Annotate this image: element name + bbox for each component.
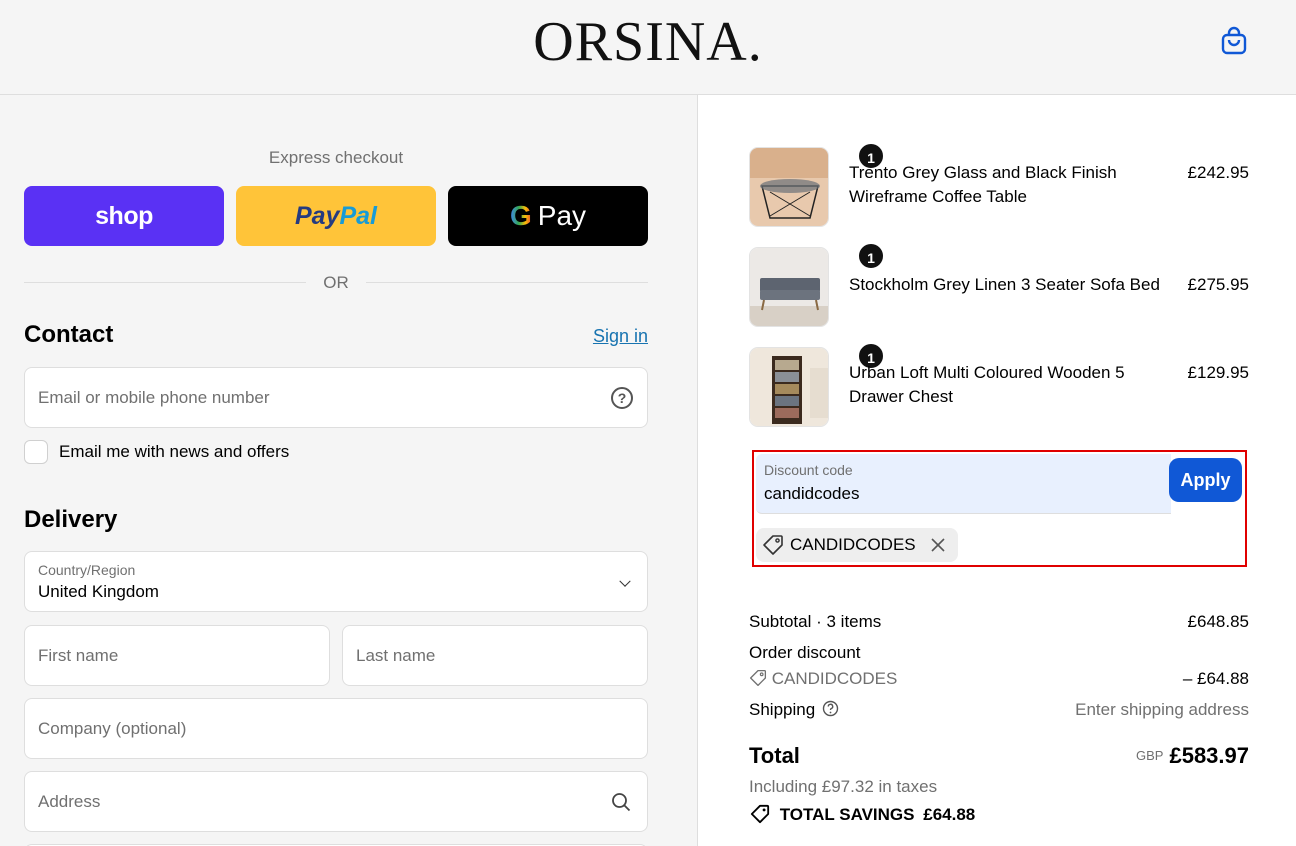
discount-code-label: Discount code	[764, 462, 853, 478]
product-image	[749, 247, 829, 327]
total-row: Total GBP £583.97	[749, 743, 1249, 773]
total-savings-row: TOTAL SAVINGS £64.88	[749, 804, 1249, 825]
checkout-form-panel: Express checkout shop Pay Pal G Pay OR Co…	[0, 95, 698, 846]
tag-icon	[763, 535, 783, 555]
chevron-down-icon	[619, 575, 631, 587]
shipping-row: Shipping Enter shipping address	[749, 700, 1249, 720]
divider	[24, 282, 306, 283]
email-field[interactable]: Email or mobile phone number ?	[24, 367, 648, 428]
delivery-title: Delivery	[24, 506, 118, 533]
total-savings-value: £64.88	[923, 805, 976, 824]
google-pay-button[interactable]: G Pay	[448, 186, 648, 246]
store-logo[interactable]: ORSINA.	[0, 12, 1296, 72]
applied-discount-code: CANDIDCODES	[790, 535, 916, 554]
google-pay-label: Pay	[537, 200, 587, 231]
discount-section: Discount code candidcodes Apply CANDIDCO…	[752, 450, 1247, 567]
apply-button[interactable]: Apply	[1169, 458, 1242, 502]
product-image	[749, 347, 829, 427]
newsletter-label[interactable]: Email me with news and offers	[59, 442, 289, 462]
tax-note: Including £97.32 in taxes	[749, 777, 938, 796]
product-image	[749, 147, 829, 227]
order-discount-value: – £64.88	[1182, 669, 1249, 688]
help-icon[interactable]: ?	[611, 386, 633, 409]
shipping-value: Enter shipping address	[1075, 700, 1249, 719]
discount-code-input[interactable]: Discount code candidcodes	[756, 454, 1171, 514]
applied-discount-chip: CANDIDCODES	[756, 528, 958, 562]
company-placeholder: Company (optional)	[38, 718, 187, 738]
item-price: £275.95	[1187, 275, 1249, 294]
quantity-badge: 1	[857, 242, 885, 270]
country-value: United Kingdom	[38, 582, 159, 601]
order-discount-row: Order discount	[749, 643, 1249, 663]
total-label: Total	[749, 743, 800, 768]
subtotal-value: £648.85	[1187, 612, 1249, 631]
order-discount-label: Order discount	[749, 643, 861, 662]
last-name-placeholder: Last name	[356, 645, 436, 665]
shipping-label: Shipping	[749, 700, 816, 719]
subtotal-row: Subtotal · 3 items £648.85	[749, 612, 1249, 632]
tag-icon	[749, 669, 767, 687]
shop-pay-label: shop	[95, 201, 153, 230]
country-label: Country/Region	[38, 562, 136, 578]
shopping-bag-icon[interactable]	[1219, 26, 1249, 56]
first-name-field[interactable]: First name	[24, 625, 330, 686]
address-field[interactable]: Address	[24, 771, 648, 832]
contact-title: Contact	[24, 321, 114, 348]
paypal-label-pal: Pal	[339, 201, 377, 230]
close-icon[interactable]	[930, 537, 946, 553]
header: ORSINA.	[0, 0, 1296, 95]
country-select[interactable]: Country/Region United Kingdom	[24, 551, 648, 612]
shop-pay-button[interactable]: shop	[24, 186, 224, 246]
paypal-label-pay: Pay	[294, 201, 340, 230]
company-field[interactable]: Company (optional)	[24, 698, 648, 759]
last-name-field[interactable]: Last name	[342, 625, 648, 686]
email-placeholder: Email or mobile phone number	[38, 387, 270, 407]
subtotal-label: Subtotal · 3 items	[749, 612, 882, 631]
total-value: £583.97	[1169, 743, 1249, 768]
address-placeholder: Address	[38, 791, 101, 811]
item-price: £129.95	[1187, 363, 1249, 382]
order-discount-code: CANDIDCODES	[771, 669, 898, 688]
newsletter-checkbox[interactable]	[24, 440, 48, 464]
sign-in-link[interactable]: Sign in	[560, 326, 648, 347]
tag-icon	[750, 804, 770, 824]
divider	[366, 282, 648, 283]
paypal-button[interactable]: Pay Pal	[236, 186, 436, 246]
order-discount-detail-row: CANDIDCODES – £64.88	[749, 669, 1249, 689]
item-name: Urban Loft Multi Coloured Wooden 5 Drawe…	[849, 363, 1125, 406]
item-price: £242.95	[1187, 163, 1249, 182]
discount-code-value: candidcodes	[764, 484, 860, 503]
order-summary-panel: 1 Trento Grey Glass and Black Finish Wir…	[699, 95, 1296, 846]
express-checkout-title: Express checkout	[268, 148, 404, 167]
search-icon[interactable]	[611, 792, 631, 812]
or-divider-text: OR	[323, 273, 349, 292]
google-g-icon: G	[509, 200, 532, 231]
total-savings-label: TOTAL SAVINGS	[779, 805, 915, 824]
help-icon[interactable]	[822, 700, 839, 717]
currency-code: GBP	[1136, 748, 1164, 763]
item-name: Trento Grey Glass and Black Finish Wiref…	[849, 163, 1117, 206]
item-name: Stockholm Grey Linen 3 Seater Sofa Bed	[849, 275, 1160, 294]
first-name-placeholder: First name	[38, 645, 119, 665]
